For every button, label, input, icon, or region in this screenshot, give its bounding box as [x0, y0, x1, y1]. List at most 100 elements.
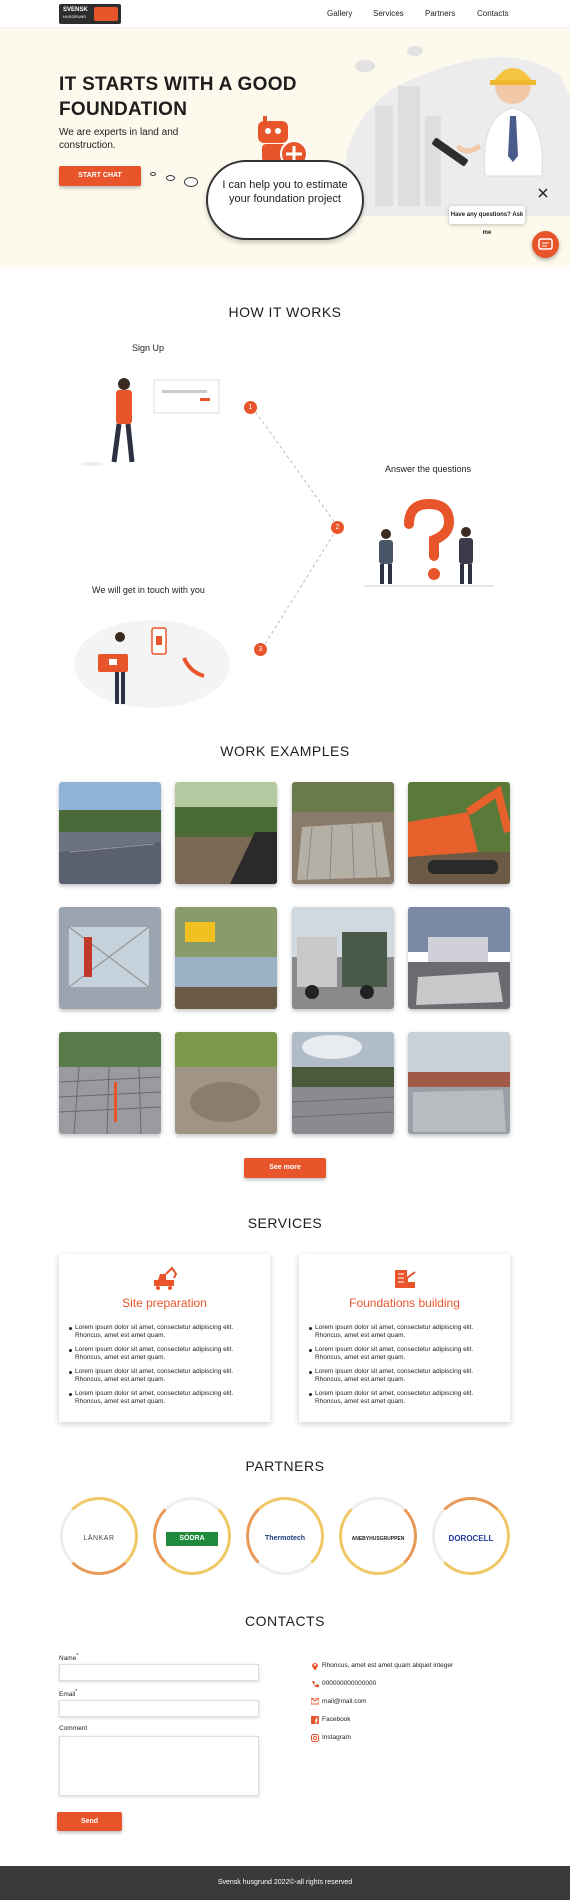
service-item-text: Lorem ipsum dolor sit amet, consectetur … — [75, 1346, 234, 1361]
send-button[interactable]: Send — [57, 1812, 122, 1831]
service-item-text: Lorem ipsum dolor sit amet, consectetur … — [75, 1324, 234, 1339]
top-nav: SVENSK HUSGRUND Gallery Services Partner… — [0, 0, 570, 28]
work-photo[interactable] — [292, 907, 394, 1009]
bullet — [69, 1393, 72, 1396]
partner-logo-anebyhus: ANEBYHUSGRUPPEN — [351, 1536, 405, 1542]
chat-bubble-text: I can help you to estimate your foundati… — [222, 179, 348, 205]
service-item-text: Lorem ipsum dolor sit amet, consectetur … — [315, 1390, 474, 1405]
service-list-item: Lorem ipsum dolor sit amet, consectetur … — [309, 1324, 501, 1340]
foundation-building-icon — [395, 1270, 416, 1288]
service-list-item: Lorem ipsum dolor sit amet, consectetur … — [309, 1390, 501, 1406]
nav-link-partners[interactable]: Partners — [425, 9, 455, 18]
service-item-text: Lorem ipsum dolor sit amet, consectetur … — [75, 1390, 234, 1405]
contact-phone[interactable]: 000000000000000 — [322, 1680, 376, 1687]
work-photo[interactable] — [292, 1032, 394, 1134]
see-more-button[interactable]: See more — [244, 1158, 326, 1178]
thought-dot-large — [184, 177, 198, 187]
email-label: Email* — [59, 1689, 77, 1698]
excavator-logo-icon — [94, 7, 118, 21]
service-list-item: Lorem ipsum dolor sit amet, consectetur … — [69, 1346, 261, 1362]
work-photo[interactable] — [175, 1032, 277, 1134]
work-photo[interactable] — [175, 782, 277, 884]
chat-icon — [538, 238, 553, 250]
work-photo[interactable] — [292, 782, 394, 884]
service-list-item: Lorem ipsum dolor sit amet, consectetur … — [309, 1368, 501, 1384]
step-3-badge: 3 — [254, 643, 267, 656]
bullet — [309, 1349, 312, 1352]
comment-label: Comment — [59, 1725, 88, 1732]
step-2-badge: 2 — [331, 521, 344, 534]
instagram-icon — [311, 1734, 319, 1742]
bullet — [69, 1327, 72, 1330]
nav-link-gallery[interactable]: Gallery — [327, 9, 352, 18]
mail-icon — [311, 1698, 319, 1705]
bullet — [69, 1349, 72, 1352]
service-list-item: Lorem ipsum dolor sit amet, consectetur … — [69, 1368, 261, 1384]
required-mark: * — [76, 1653, 79, 1659]
work-examples-title: WORK EXAMPLES — [220, 743, 350, 759]
how-it-works-title: HOW IT WORKS — [228, 304, 342, 320]
email-field[interactable] — [59, 1700, 259, 1717]
excavator-icon — [154, 1266, 178, 1290]
required-mark: * — [75, 1689, 78, 1695]
work-photo[interactable] — [408, 782, 510, 884]
close-icon[interactable] — [538, 188, 548, 198]
service-card-title: Foundations building — [349, 1296, 460, 1310]
logo-text-line1: SVENSK — [63, 7, 88, 13]
partner-dorocell[interactable]: DOROCELL — [432, 1497, 510, 1575]
work-photo[interactable] — [408, 1032, 510, 1134]
hero-illustration — [343, 46, 570, 216]
work-photo[interactable] — [408, 907, 510, 1009]
partner-logo-sodra: SÖDRA — [166, 1532, 218, 1546]
service-item-text: Lorem ipsum dolor sit amet, consectetur … — [315, 1368, 474, 1383]
bullet — [309, 1371, 312, 1374]
bullet — [309, 1393, 312, 1396]
partner-thermotech[interactable]: Thermotech — [246, 1497, 324, 1575]
nav-link-contacts[interactable]: Contacts — [477, 9, 509, 18]
service-item-text: Lorem ipsum dolor sit amet, consectetur … — [315, 1324, 474, 1339]
partners-title: PARTNERS — [245, 1458, 325, 1474]
work-photo[interactable] — [59, 782, 161, 884]
contact-facebook[interactable]: Facebook — [322, 1716, 351, 1723]
footer: Svensk husgrund 2022©-all rights reserve… — [0, 1866, 570, 1900]
services-title: SERVICES — [247, 1215, 323, 1231]
comment-field[interactable] — [59, 1736, 259, 1796]
partner-logo-lankar: LÄNKAR — [83, 1535, 115, 1542]
step-1-label: Sign Up — [132, 343, 165, 353]
partner-logo-dorocell: DOROCELL — [448, 1534, 494, 1543]
work-photo[interactable] — [175, 907, 277, 1009]
start-chat-button[interactable]: START CHAT — [59, 166, 141, 186]
site-logo[interactable]: SVENSK HUSGRUND — [59, 4, 121, 24]
chat-prompt[interactable]: Have any questions? Ask me — [449, 206, 525, 236]
partner-sodra[interactable]: SÖDRA — [153, 1497, 231, 1575]
contacts-title: CONTACTS — [245, 1613, 325, 1629]
contact-instagram[interactable]: Instagram — [322, 1734, 351, 1741]
step-2-label: Answer the questions — [385, 464, 472, 474]
hero-subtitle: We are experts in land and construction. — [59, 127, 179, 151]
partner-logo-thermotech: Thermotech — [264, 1535, 306, 1542]
chat-launcher-button[interactable] — [532, 231, 559, 258]
name-field[interactable] — [59, 1664, 259, 1681]
partner-anebyhus[interactable]: ANEBYHUSGRUPPEN — [339, 1497, 417, 1575]
service-list-item: Lorem ipsum dolor sit amet, consectetur … — [309, 1346, 501, 1362]
phone-icon — [312, 1681, 319, 1688]
work-photo[interactable] — [59, 907, 161, 1009]
contact-address: Rhoncus, amet est amet quam aliquet inte… — [322, 1662, 454, 1669]
contact-email[interactable]: mail@mail.com — [322, 1698, 367, 1705]
work-photo[interactable] — [59, 1032, 161, 1134]
location-pin-icon — [312, 1663, 318, 1670]
service-item-text: Lorem ipsum dolor sit amet, consectetur … — [315, 1346, 474, 1361]
thought-dot-medium — [166, 175, 175, 181]
name-label-text: Name — [59, 1655, 77, 1663]
bullet — [309, 1327, 312, 1330]
questions-illustration — [364, 498, 494, 587]
partner-lankar[interactable]: LÄNKAR — [60, 1497, 138, 1575]
service-item-text: Lorem ipsum dolor sit amet, consectetur … — [75, 1368, 234, 1383]
step-1-badge: 1 — [244, 401, 257, 414]
service-list-item: Lorem ipsum dolor sit amet, consectetur … — [69, 1324, 261, 1340]
footer-copyright: Svensk husgrund 2022©-all rights reserve… — [217, 1879, 353, 1886]
logo-text-line2: HUSGRUND — [63, 14, 87, 19]
nav-link-services[interactable]: Services — [373, 9, 404, 18]
contact-illustration — [74, 620, 230, 708]
sign-up-illustration — [80, 378, 220, 466]
